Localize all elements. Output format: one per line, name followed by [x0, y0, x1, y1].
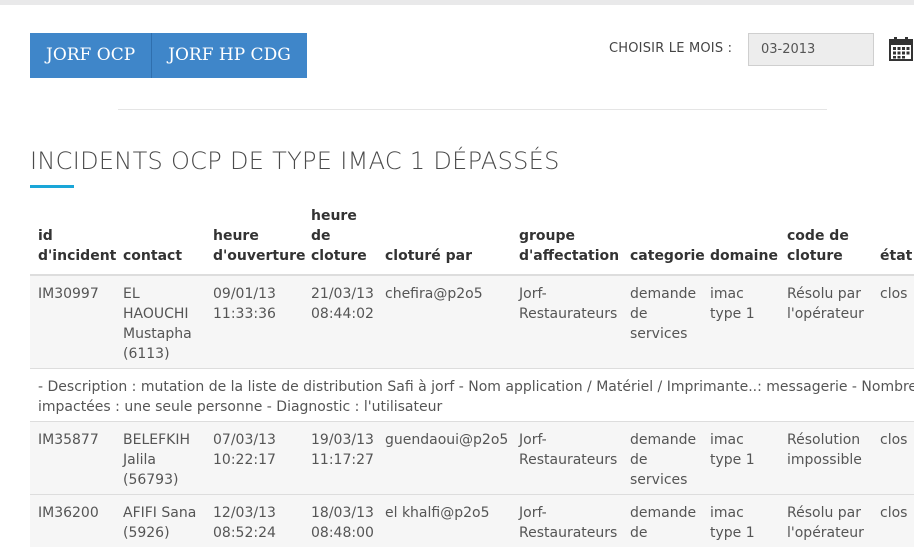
- cell-contact: AFIFI Sana (5926): [115, 494, 205, 547]
- cell-contact: EL HAOUCHI Mustapha (6113): [115, 274, 205, 369]
- cell-ouverture: 09/01/13 11:33:36: [205, 274, 303, 369]
- col-header-code: code de cloture: [779, 206, 872, 276]
- cell-etat: clos: [872, 494, 914, 547]
- cell-id: IM30997: [30, 274, 115, 369]
- month-picker-label: CHOISIR LE MOIS :: [609, 41, 733, 56]
- tab-jorf-ocp[interactable]: JORF OCP: [30, 33, 152, 78]
- cell-categorie: demande de: [622, 494, 702, 547]
- cell-domaine: imac type 1: [702, 274, 779, 369]
- calendar-icon[interactable]: [888, 36, 914, 62]
- cell-cloture-par: guendaoui@p2o5: [377, 421, 511, 495]
- site-tabs: JORF OCP JORF HP CDG: [30, 33, 307, 78]
- cell-cloture: 21/03/13 08:44:02: [303, 274, 377, 369]
- tab-jorf-hp-cdg[interactable]: JORF HP CDG: [151, 33, 307, 78]
- cell-contact: BELEFKIH Jalila (56793): [115, 421, 205, 495]
- cell-code: Résolution impossible: [779, 421, 872, 495]
- table-row: IM30997 EL HAOUCHI Mustapha (6113) 09/01/13…: [30, 274, 914, 369]
- table-header-row: id d'incident contact heure d'ouverture he…: [30, 206, 914, 276]
- cell-cloture: 19/03/13 11:17:27: [303, 421, 377, 495]
- cell-cloture: 18/03/13 08:48:00: [303, 494, 377, 547]
- cell-id: IM36200: [30, 494, 115, 547]
- col-header-contact: contact: [115, 206, 205, 276]
- cell-cloture-par: el khalfi@p2o5: [377, 494, 511, 547]
- cell-ouverture: 07/03/13 10:22:17: [205, 421, 303, 495]
- cell-code: Résolu par l'opérateur: [779, 274, 872, 369]
- cell-categorie: demande de services: [622, 274, 702, 369]
- cell-domaine: imac type 1: [702, 421, 779, 495]
- table-row: IM36200 AFIFI Sana (5926) 12/03/13 08:52:2…: [30, 494, 914, 547]
- page-title: INCIDENTS OCP DE TYPE IMAC 1 DÉPASSÉS: [30, 147, 560, 175]
- cell-cloture-par: chefira@p2o5: [377, 274, 511, 369]
- cell-domaine: imac type 1: [702, 494, 779, 547]
- col-header-id: id d'incident: [30, 206, 116, 276]
- col-header-domaine: domaine: [702, 206, 779, 276]
- cell-ouverture: 12/03/13 08:52:24: [205, 494, 303, 547]
- description-row: - Description : mutation de la liste de …: [30, 368, 914, 422]
- table-row: IM35877 BELEFKIH Jalila (56793) 07/03/13 10…: [30, 421, 914, 495]
- top-strip: [0, 0, 914, 5]
- incidents-table-wrapper: id d'incident contact heure d'ouverture he…: [30, 206, 914, 556]
- cell-groupe: Jorf- Restaurateurs: [511, 494, 622, 547]
- col-header-categorie: categorie: [622, 206, 705, 276]
- cell-etat: clos: [872, 421, 914, 495]
- cell-description: - Description : mutation de la liste de …: [30, 368, 914, 422]
- cell-groupe: Jorf- Restaurateurs: [511, 421, 622, 495]
- col-header-etat: état: [872, 206, 914, 276]
- col-header-ouverture: heure d'ouverture: [205, 206, 305, 276]
- cell-categorie: demande de services: [622, 421, 702, 495]
- col-header-groupe: groupe d'affectation: [511, 206, 622, 276]
- cell-id: IM35877: [30, 421, 115, 495]
- cell-etat: clos: [872, 274, 914, 369]
- col-header-cloture-par: cloturé par: [377, 206, 511, 276]
- header-divider: [118, 109, 827, 110]
- title-underline: [30, 185, 74, 188]
- month-input[interactable]: [748, 33, 874, 66]
- col-header-cloture: heure de cloture: [303, 206, 377, 276]
- incidents-table: id d'incident contact heure d'ouverture he…: [30, 206, 914, 547]
- cell-code: Résolu par l'opérateur: [779, 494, 872, 547]
- cell-groupe: Jorf- Restaurateurs: [511, 274, 622, 369]
